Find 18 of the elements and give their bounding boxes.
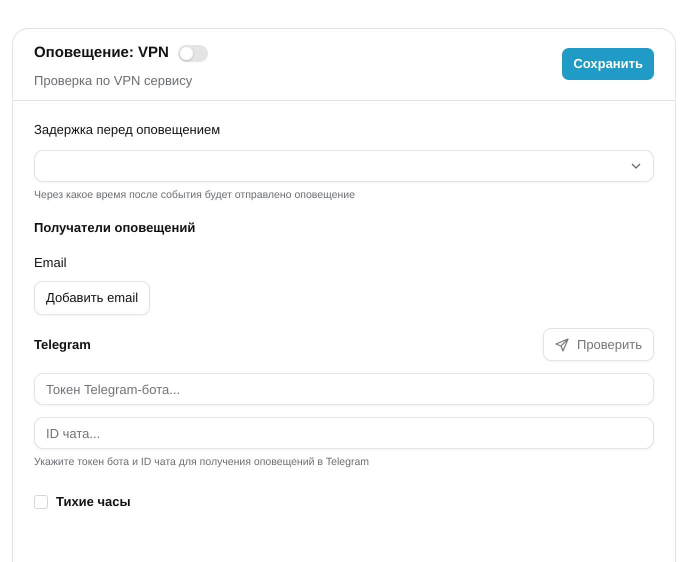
delay-select[interactable] xyxy=(34,150,654,182)
field-hint: Через какое время после события будет отправлено оповещение xyxy=(34,188,356,202)
field-hint: Укажите токен бота и ID чата для получения оповещений в Telegram xyxy=(34,455,370,470)
chevron-down-icon xyxy=(631,162,641,168)
card-title: Оповещение: VPN xyxy=(34,43,169,63)
quiet-hours-checkbox[interactable] xyxy=(34,494,48,509)
add-email-button[interactable]: Добавить email xyxy=(34,281,150,315)
section-title: Получатели оповещений xyxy=(34,219,196,238)
checkbox-label: Тихие часы xyxy=(56,493,131,511)
input-field[interactable]: Токен Telegram-бота... xyxy=(34,373,654,406)
save-button[interactable]: Сохранить xyxy=(562,48,654,80)
field-label: Email xyxy=(34,254,68,272)
enable-toggle[interactable] xyxy=(178,44,208,62)
send-icon xyxy=(554,338,569,352)
card-subtitle: Проверка по VPN сервису xyxy=(34,72,194,90)
field-label: Telegram xyxy=(34,336,91,354)
input-field[interactable]: ID чата... xyxy=(34,417,654,450)
field-label: Задержка перед оповещением xyxy=(34,121,222,139)
